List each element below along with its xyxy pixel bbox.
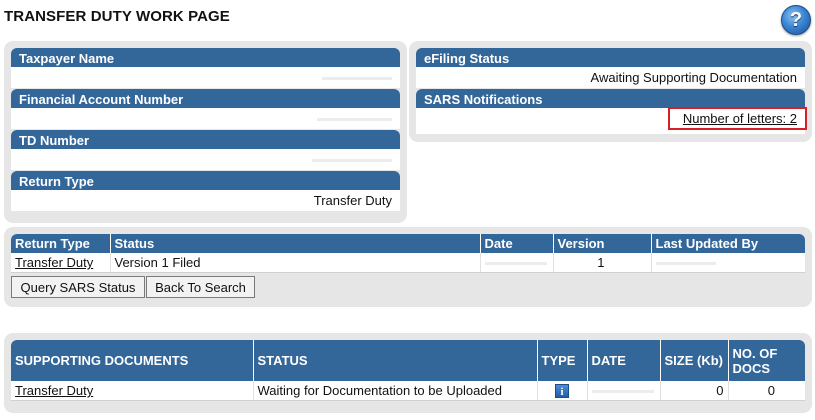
col-no-of-docs[interactable]: NO. OF DOCS bbox=[728, 340, 805, 381]
page-title: TRANSFER DUTY WORK PAGE bbox=[4, 8, 230, 25]
row-version: 1 bbox=[553, 253, 652, 273]
return-type-label: Return Type bbox=[11, 171, 400, 190]
col-doc-status[interactable]: STATUS bbox=[253, 340, 538, 381]
query-sars-status-button[interactable]: Query SARS Status bbox=[11, 276, 145, 298]
letters-highlight-box bbox=[668, 107, 807, 130]
table-row: Transfer Duty Version 1 Filed 1 bbox=[11, 253, 805, 273]
returns-header-row: Return Type Status Date Version Last Upd… bbox=[11, 234, 805, 253]
col-date[interactable]: Date bbox=[480, 234, 554, 253]
td-number-label: TD Number bbox=[11, 130, 400, 149]
doc-type: i bbox=[537, 381, 588, 401]
col-version[interactable]: Version bbox=[553, 234, 652, 253]
back-to-search-button[interactable]: Back To Search bbox=[146, 276, 255, 298]
sars-notifications-label: SARS Notifications bbox=[416, 89, 805, 108]
row-last-updated-by bbox=[651, 253, 805, 273]
col-size[interactable]: SIZE (Kb) bbox=[660, 340, 729, 381]
returns-table: Return Type Status Date Version Last Upd… bbox=[11, 234, 805, 273]
doc-count: 0 bbox=[728, 381, 805, 401]
efiling-status-label: eFiling Status bbox=[416, 48, 805, 67]
info-icon[interactable]: i bbox=[555, 384, 569, 398]
efiling-status-value: Awaiting Supporting Documentation bbox=[416, 67, 805, 88]
col-supporting-documents[interactable]: SUPPORTING DOCUMENTS bbox=[11, 340, 254, 381]
col-doc-date[interactable]: DATE bbox=[587, 340, 661, 381]
td-number-value bbox=[11, 149, 400, 170]
documents-header-row: SUPPORTING DOCUMENTS STATUS TYPE DATE SI… bbox=[11, 340, 805, 381]
col-last-updated-by[interactable]: Last Updated By bbox=[651, 234, 805, 253]
financial-account-value bbox=[11, 108, 400, 129]
row-status: Version 1 Filed bbox=[110, 253, 481, 273]
table-row: Transfer Duty Waiting for Documentation … bbox=[11, 381, 805, 401]
return-type-value: Transfer Duty bbox=[11, 190, 400, 211]
col-status[interactable]: Status bbox=[110, 234, 481, 253]
financial-account-label: Financial Account Number bbox=[11, 89, 400, 108]
doc-status: Waiting for Documentation to be Uploaded bbox=[253, 381, 538, 401]
return-type-link[interactable]: Transfer Duty bbox=[15, 255, 93, 270]
doc-size: 0 bbox=[660, 381, 729, 401]
taxpayer-name-label: Taxpayer Name bbox=[11, 48, 400, 67]
taxpayer-name-value bbox=[11, 67, 400, 88]
documents-table: SUPPORTING DOCUMENTS STATUS TYPE DATE SI… bbox=[11, 340, 805, 401]
col-return-type[interactable]: Return Type bbox=[11, 234, 111, 253]
doc-name: Transfer Duty bbox=[11, 381, 254, 401]
row-return-type: Transfer Duty bbox=[11, 253, 111, 273]
help-glyph: ? bbox=[789, 8, 803, 31]
help-icon[interactable]: ? bbox=[781, 5, 811, 35]
col-type[interactable]: TYPE bbox=[537, 340, 588, 381]
supporting-document-link[interactable]: Transfer Duty bbox=[15, 383, 93, 398]
row-date bbox=[480, 253, 554, 273]
doc-date bbox=[587, 381, 661, 401]
